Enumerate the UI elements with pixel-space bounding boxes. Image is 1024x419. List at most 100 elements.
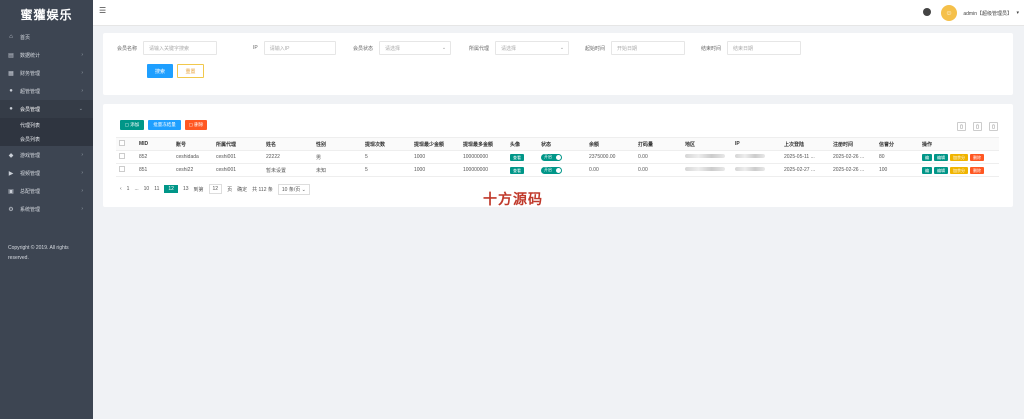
sidebar-submenu: 代理列表 会员列表: [0, 118, 93, 146]
sidebar-item-home[interactable]: ⌂ 首页: [0, 28, 93, 46]
cell-avatar: 查看: [507, 163, 538, 177]
config-icon: ▣: [8, 188, 14, 195]
edit-button[interactable]: 编辑: [934, 153, 948, 161]
select-value: 请选择: [501, 45, 517, 52]
cell-wager: 0.00: [635, 163, 682, 177]
caret-down-icon[interactable]: ▾: [1016, 10, 1019, 16]
search-button[interactable]: 搜索: [147, 64, 173, 78]
column-header: IP: [732, 137, 781, 151]
cell-wager: 0.00: [635, 150, 682, 164]
member-name-input[interactable]: 请输入关键字搜索: [143, 41, 218, 55]
select-all-checkbox[interactable]: [116, 137, 136, 151]
agent-select[interactable]: 请选择 ⌄: [495, 41, 570, 55]
redacted-region: [685, 167, 725, 171]
cell-reg-time: 2025-02-26 ...: [830, 150, 876, 164]
redacted-ip: [735, 167, 765, 171]
sidebar-item-admin[interactable]: ● 超管管理 ›: [0, 82, 93, 100]
column-header[interactable]: MID: [136, 137, 173, 151]
sidebar-subitem-members[interactable]: 会员列表: [0, 132, 93, 146]
goto-page-input[interactable]: 12: [208, 184, 223, 194]
cell-balance: 2375000.00: [586, 150, 635, 164]
redacted-region: [685, 154, 725, 158]
per-page-select[interactable]: 10 条/页 ⌄: [277, 183, 310, 195]
adjust-balance-button[interactable]: 加余分: [950, 153, 968, 161]
page-link[interactable]: 11: [154, 186, 159, 192]
export-icon[interactable]: ▯: [973, 122, 982, 131]
cell-name: 22222: [263, 150, 313, 164]
user-name-label[interactable]: admin【超级管理员】: [963, 10, 1012, 17]
edit-button[interactable]: 编辑: [934, 166, 948, 174]
field-label: 起始时间: [585, 45, 606, 52]
cell-mid: 851: [136, 163, 173, 177]
sidebar: 蜜獾娱乐 ⌂ 首页 ▤ 数据统计 › ▦ 财务管理 › ● 超管管理 › ● 会…: [0, 0, 93, 419]
finance-icon: ▦: [8, 70, 14, 77]
prev-page-icon[interactable]: ‹: [120, 186, 122, 192]
ip-input[interactable]: 请输入IP: [263, 41, 336, 55]
cell-status: 开启: [538, 150, 586, 164]
sidebar-item-system[interactable]: ⚙ 系统管理 ›: [0, 200, 93, 218]
status-toggle[interactable]: 开启: [541, 166, 562, 174]
sidebar-item-label: 财务管理: [20, 70, 41, 77]
column-header: 账号: [173, 137, 213, 151]
chevron-right-icon: ›: [81, 170, 83, 176]
sidebar-item-statistics[interactable]: ▤ 数据统计 ›: [0, 46, 93, 64]
edit-short-button[interactable]: 编: [922, 153, 932, 161]
delete-row-button[interactable]: 删除: [970, 153, 984, 161]
theme-palette-icon[interactable]: [923, 8, 931, 16]
sidebar-item-label: 数据统计: [20, 52, 41, 59]
filter-columns-icon[interactable]: ▯: [957, 122, 966, 131]
copyright-text: Copyright © 2019. All rights reserved.: [8, 245, 69, 261]
adjust-balance-button[interactable]: 加余分: [950, 166, 968, 174]
member-status-select[interactable]: 请选择 ⌄: [379, 41, 452, 55]
status-toggle[interactable]: 开启: [541, 153, 562, 161]
member-table-panel: ▢ 添加 批量冻结量 ▢ 删除 ▯ ▯ ▯ MID 账号 所属代理 姓名 性别 …: [103, 104, 1013, 207]
sidebar-item-label: 视频管理: [20, 170, 41, 177]
sidebar-item-label: 总配管理: [20, 188, 41, 195]
table-row: 851 ceshi22 ceshi001 暂未设置 未知 5 1000 1000…: [116, 163, 999, 177]
chevron-right-icon: ›: [81, 70, 83, 76]
menu-toggle-icon[interactable]: ☰: [99, 7, 107, 15]
sidebar-subitem-agents[interactable]: 代理列表: [0, 118, 93, 132]
field-label: 所属代理: [469, 45, 490, 52]
start-date-input[interactable]: 开始日期: [611, 41, 686, 55]
per-page-value: 10 条/页: [281, 186, 301, 193]
page-link[interactable]: 1: [127, 186, 130, 192]
sidebar-item-label: 会员管理: [20, 106, 41, 113]
confirm-page-button[interactable]: 确定: [237, 186, 247, 193]
sidebar-item-games[interactable]: ◆ 游戏管理 ›: [0, 146, 93, 164]
cell-gender: 男: [313, 150, 362, 164]
reset-button[interactable]: 重置: [177, 64, 204, 78]
row-checkbox[interactable]: [116, 163, 136, 177]
table-header-row: MID 账号 所属代理 姓名 性别 提现次数 提现最少金额 提现最多金额 头像 …: [116, 137, 999, 151]
column-header: 性别: [313, 137, 362, 151]
cell-reg-time: 2025-02-26 ...: [830, 163, 876, 177]
add-button[interactable]: ▢ 添加: [120, 120, 144, 130]
cell-withdraw-count: 5: [362, 163, 411, 177]
column-header: 提现最多金额: [460, 137, 507, 151]
chevron-down-icon: ⌄: [78, 106, 83, 112]
pagination: ‹ 1 ... 10 11 12 13 到第 12 页 确定 共 112 条 1…: [120, 183, 315, 195]
cell-min-amount: 1000: [411, 163, 460, 177]
view-avatar-button[interactable]: 查看: [510, 153, 524, 161]
sidebar-item-config[interactable]: ▣ 总配管理 ›: [0, 182, 93, 200]
delete-button[interactable]: ▢ 删除: [185, 120, 207, 130]
row-checkbox[interactable]: [116, 150, 136, 164]
cell-withdraw-count: 5: [362, 150, 411, 164]
view-avatar-button[interactable]: 查看: [510, 166, 524, 174]
sidebar-item-videos[interactable]: ▶ 视频管理 ›: [0, 164, 93, 182]
end-date-input[interactable]: 结束日期: [727, 41, 802, 55]
batch-freeze-button[interactable]: 批量冻结量: [148, 120, 181, 130]
edit-short-button[interactable]: 编: [922, 166, 932, 174]
page-link[interactable]: 10: [144, 186, 150, 192]
page-link[interactable]: 13: [183, 186, 189, 192]
cell-actions: 编编辑 加余分 删除: [919, 163, 999, 177]
chevron-right-icon: ›: [81, 52, 83, 58]
avatar[interactable]: ☺: [941, 5, 957, 21]
print-icon[interactable]: ▯: [989, 122, 998, 131]
delete-row-button[interactable]: 删除: [970, 166, 984, 174]
cell-agent: ceshi001: [213, 150, 263, 164]
watermark-text: 十方源码: [483, 192, 543, 208]
sidebar-item-members[interactable]: ● 会员管理 ⌄: [0, 100, 93, 118]
sidebar-item-finance[interactable]: ▦ 财务管理 ›: [0, 64, 93, 82]
home-icon: ⌂: [9, 34, 13, 40]
